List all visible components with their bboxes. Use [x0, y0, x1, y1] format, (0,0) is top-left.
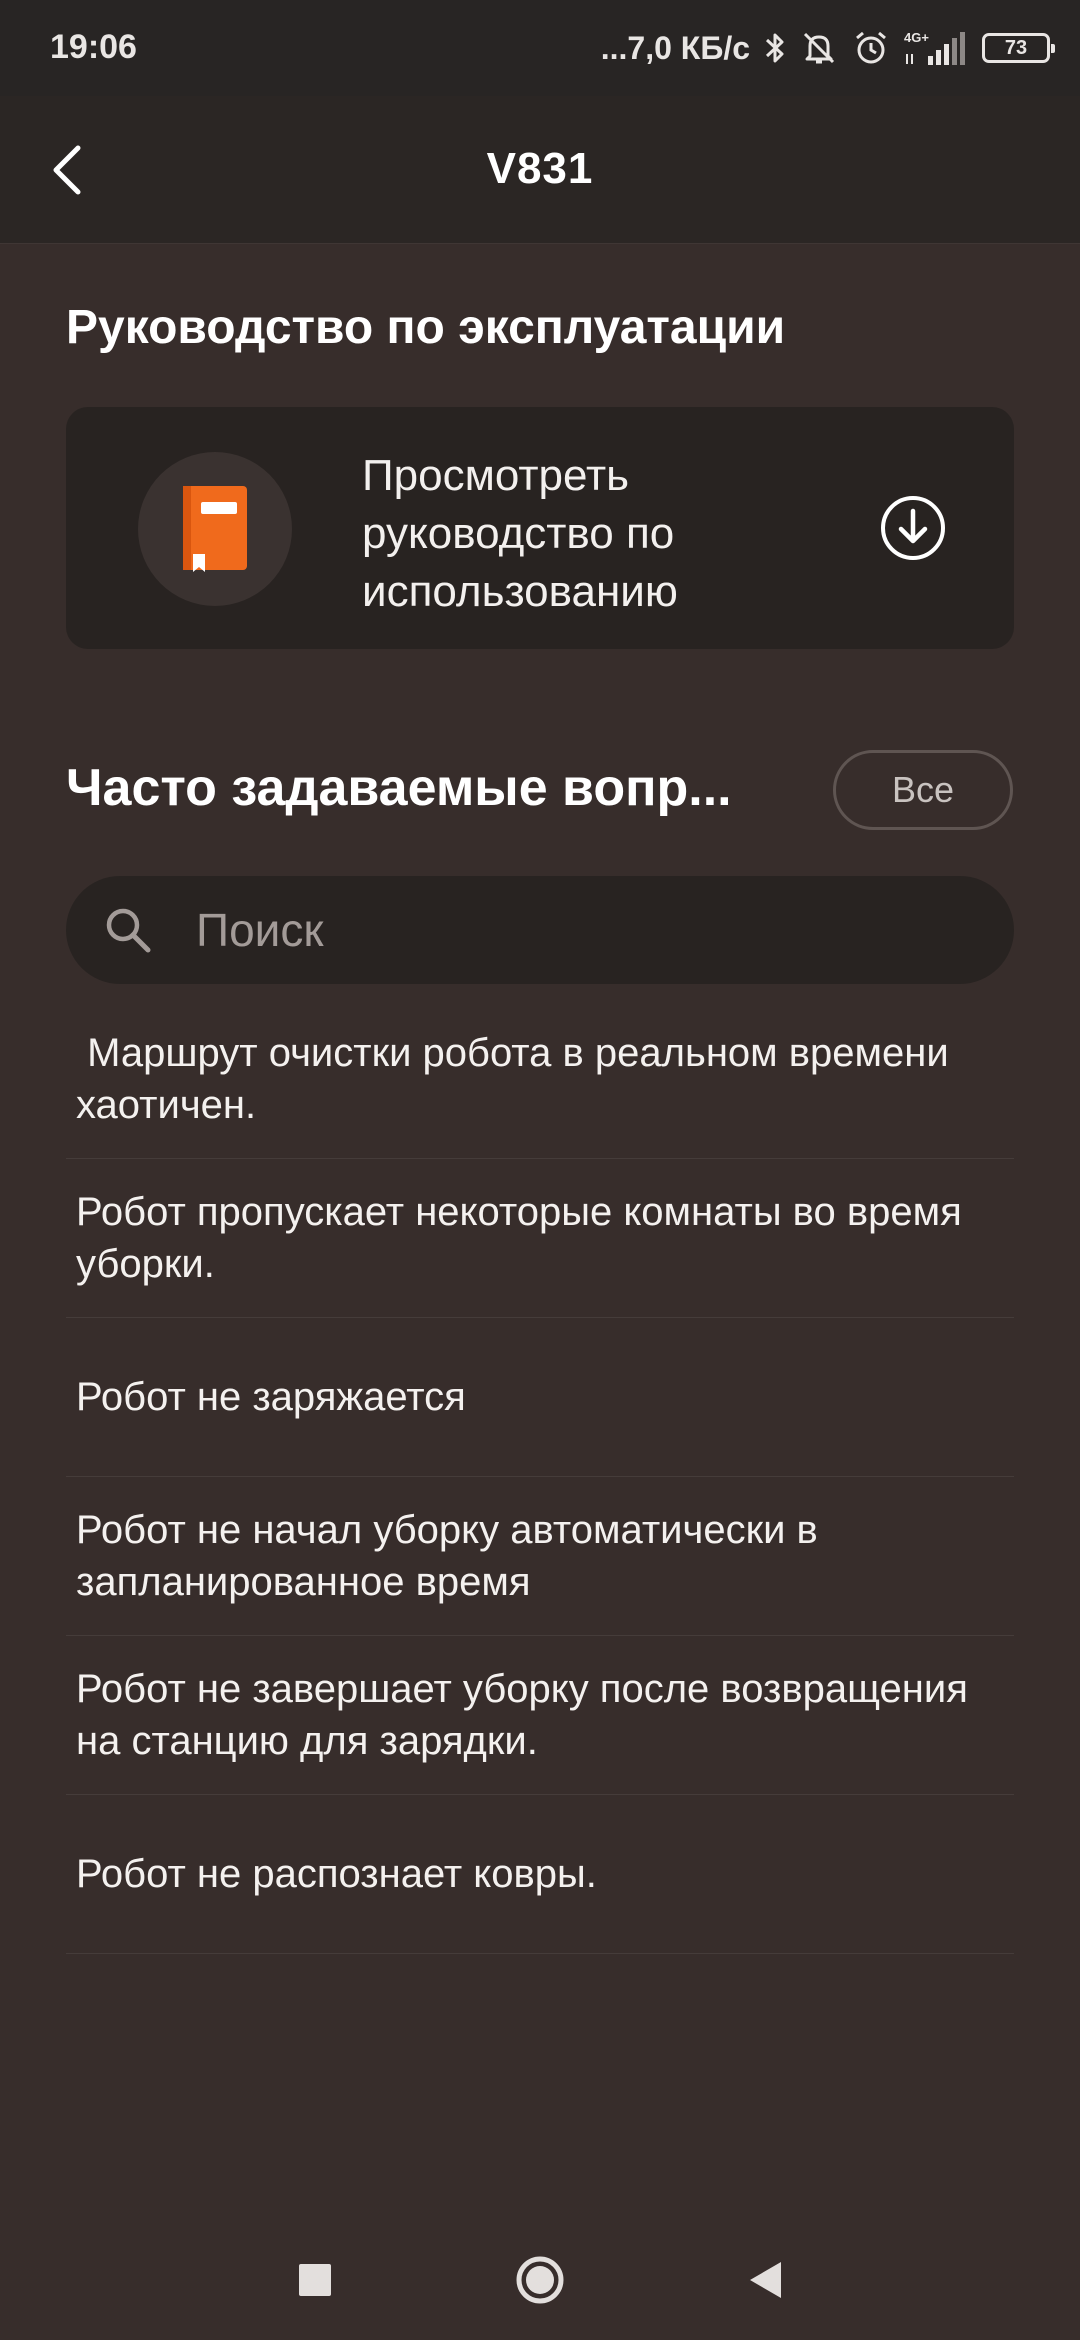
faq-item-text: Робот не начал уборку автоматически в за…: [76, 1508, 829, 1604]
status-time: 19:06: [50, 28, 137, 66]
recents-button[interactable]: [285, 2250, 345, 2310]
manual-section-title: Руководство по эксплуатации: [66, 301, 786, 354]
manual-card[interactable]: Просмотреть руководство по использованию: [66, 407, 1014, 649]
home-button[interactable]: [510, 2250, 570, 2310]
faq-item[interactable]: Робот не начал уборку автоматически в за…: [66, 1477, 1014, 1636]
book-icon: [183, 486, 247, 572]
network-type-label: 4G+: [904, 30, 929, 45]
faq-item-text: Робот пропускает некоторые комнаты во вр…: [76, 1190, 973, 1286]
faq-item-text: Робот не заряжается: [76, 1375, 466, 1419]
faq-item-text: Робот не распознает ковры.: [76, 1852, 597, 1896]
app-header: V831: [0, 96, 1080, 244]
faq-item-text: Робот не завершает уборку после возвраще…: [76, 1667, 980, 1763]
system-nav-bar: [0, 2220, 1080, 2340]
status-bar: 19:06 ...7,0 КБ/с 4G+ 73: [0, 0, 1080, 96]
faq-item[interactable]: Робот не распознает ковры.: [66, 1795, 1014, 1954]
faq-item-text: Маршрут очистки робота в реальном времен…: [76, 1031, 960, 1127]
manual-view-label: Просмотреть руководство по использованию: [362, 451, 678, 616]
faq-section-title: Часто задаваемые вопр...: [66, 759, 732, 817]
battery-level: 73: [1004, 36, 1028, 59]
battery-icon: 73: [982, 33, 1055, 63]
page-title: V831: [486, 144, 594, 193]
search-icon: [106, 908, 151, 953]
faq-item[interactable]: Робот не заряжается: [66, 1318, 1014, 1477]
back-triangle-icon: [750, 2262, 781, 2298]
home-circle-icon: [516, 2256, 564, 2304]
search-input[interactable]: [196, 898, 976, 962]
back-nav-button[interactable]: [735, 2250, 795, 2310]
faq-item[interactable]: Маршрут очистки робота в реальном времен…: [66, 1000, 1014, 1159]
faq-item[interactable]: Робот пропускает некоторые комнаты во вр…: [66, 1159, 1014, 1318]
faq-list: Маршрут очистки робота в реальном времен…: [66, 1000, 1014, 1954]
download-circle-icon: [881, 496, 945, 560]
bluetooth-icon: [764, 30, 786, 66]
alarm-icon: [852, 29, 890, 67]
search-box[interactable]: [66, 876, 1014, 984]
faq-item[interactable]: Робот не завершает уборку после возвраще…: [66, 1636, 1014, 1795]
download-button[interactable]: [880, 495, 946, 561]
all-faq-button[interactable]: Все: [833, 750, 1013, 830]
recents-square-icon: [299, 2264, 331, 2296]
signal-icon: 4G+: [904, 28, 968, 68]
muted-bell-icon: [800, 29, 838, 67]
network-speed: ...7,0 КБ/с: [600, 29, 750, 66]
book-icon-badge: [138, 452, 292, 606]
status-icons: ...7,0 КБ/с 4G+ 73: [600, 20, 1055, 76]
